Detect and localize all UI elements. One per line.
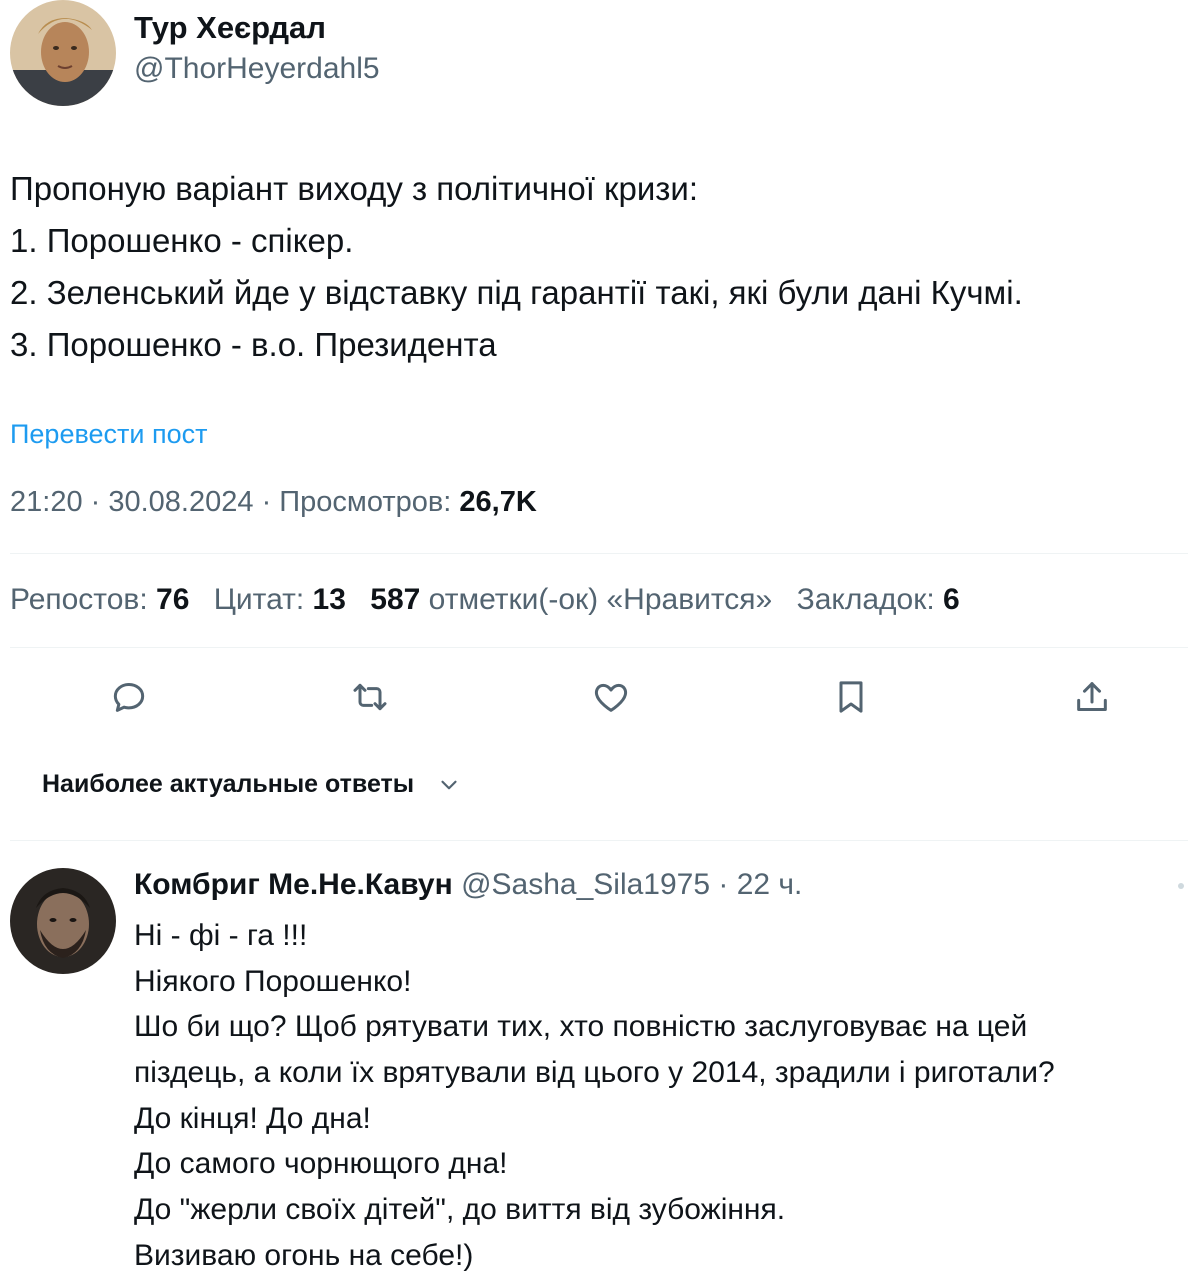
reply-text-line: Ніякого Порошенко!	[134, 964, 412, 998]
reply-text-line: піздець, а коли їх врятували від цього у…	[134, 1056, 1055, 1090]
reply-author-avatar[interactable]	[10, 868, 116, 974]
author-handle[interactable]: @ThorHeyerdahl5	[134, 52, 380, 86]
more-options-icon[interactable]	[1178, 883, 1184, 889]
reply-text-line: Шо би що? Щоб рятувати тих, хто повністю…	[134, 1010, 1028, 1044]
post-time[interactable]: 21:20	[10, 486, 83, 518]
post-text-line: 2. Зеленський йде у відставку під гарант…	[10, 274, 1023, 311]
likes-label: отметки(-ок) «Нравится»	[428, 583, 773, 616]
reply-text: Ні - фі - га !!! Ніякого Порошенко! Шо б…	[134, 913, 1055, 1279]
chevron-down-icon	[441, 780, 457, 789]
share-button[interactable]	[1070, 675, 1114, 719]
reply-author-handle[interactable]: @Sasha_Sila1975	[461, 868, 710, 901]
post-meta: 21:20 · 30.08.2024 · Просмотров: 26,7K	[10, 486, 537, 518]
divider	[10, 553, 1188, 554]
share-icon	[1077, 682, 1107, 711]
reply-text-line: До самого чорнющого дна!	[134, 1147, 508, 1181]
reply-header: Комбриг Ме.Не.Кавун @Sasha_Sila1975 · 22…	[134, 868, 803, 901]
post-text-line: 3. Порошенко - в.о. Президента	[10, 326, 497, 363]
bookmarks-stat[interactable]: Закладок: 6	[797, 583, 960, 616]
divider	[10, 647, 1188, 648]
reposts-stat[interactable]: Репостов: 76	[10, 583, 189, 616]
views-count: 26,7K	[459, 486, 537, 518]
replies-sort-label: Наиболее актуальные ответы	[42, 770, 415, 798]
author-name[interactable]: Тур Хеєрдал	[134, 10, 326, 46]
author-avatar[interactable]	[10, 0, 116, 106]
reply-button[interactable]	[107, 675, 151, 719]
reply-icon	[113, 683, 145, 712]
replies-sort-dropdown[interactable]: Наиболее актуальные ответы	[42, 770, 462, 799]
likes-count: 587	[370, 583, 421, 616]
reply-text-line: До "жерли своїх дітей", до виття від зуб…	[134, 1193, 786, 1227]
post-date[interactable]: 30.08.2024	[108, 486, 253, 518]
bookmark-button[interactable]	[829, 675, 873, 719]
reply-text-line: Визиваю огонь на себе!)	[134, 1238, 474, 1272]
reposts-label: Репостов:	[10, 583, 148, 616]
translate-post-link[interactable]: Перевести пост	[10, 419, 207, 450]
bookmarks-count: 6	[943, 583, 960, 616]
quotes-count: 13	[312, 583, 346, 616]
reply-text-line: До кінця! До дна!	[134, 1101, 371, 1135]
post-text: Пропоную варіант виходу з політичної кри…	[10, 163, 1023, 371]
likes-stat[interactable]: 587 отметки(-ок) «Нравится»	[370, 583, 772, 616]
reply-author-name[interactable]: Комбриг Ме.Не.Кавун	[134, 868, 453, 901]
views-label: Просмотров:	[279, 486, 452, 518]
bookmarks-label: Закладок:	[796, 583, 935, 616]
divider	[10, 840, 1188, 841]
reposts-count: 76	[156, 583, 190, 616]
engagement-stats: Репостов: 76 Цитат: 13 587 отметки(-ок) …	[10, 583, 976, 617]
post-text-line: Пропоную варіант виходу з політичної кри…	[10, 170, 698, 207]
retweet-icon	[353, 683, 387, 711]
reply-time[interactable]: 22 ч.	[737, 868, 803, 901]
like-icon	[594, 683, 628, 712]
bookmark-icon	[839, 681, 863, 713]
reply-text-line: Ні - фі - га !!!	[134, 919, 308, 952]
post-text-line: 1. Порошенко - спікер.	[10, 222, 354, 259]
retweet-button[interactable]	[348, 675, 392, 719]
like-button[interactable]	[589, 675, 633, 719]
quotes-stat[interactable]: Цитат: 13	[214, 583, 346, 616]
quotes-label: Цитат:	[213, 583, 305, 616]
